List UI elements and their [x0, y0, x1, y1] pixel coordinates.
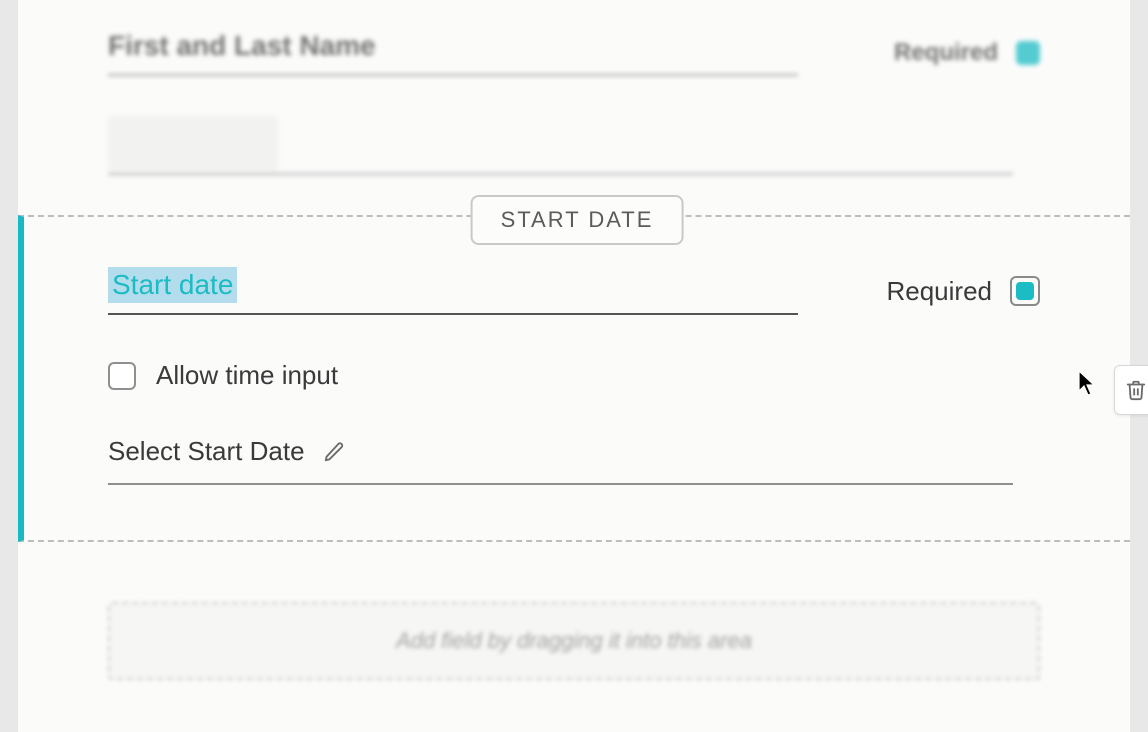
start-date-label-input[interactable]: Start date [108, 267, 798, 315]
delete-field-button[interactable] [1114, 365, 1148, 415]
allow-time-row: Allow time input [108, 360, 1040, 391]
start-date-label-text: Start date [108, 267, 237, 303]
start-date-required-group: Required [886, 276, 1040, 307]
start-date-required-text: Required [886, 276, 992, 307]
start-date-header-row: Start date Required [108, 267, 1040, 315]
start-date-placeholder-row[interactable]: Select Start Date [108, 436, 1013, 485]
drop-zone-wrap: Add field by dragging it into this area [18, 542, 1130, 680]
name-field-row: First and Last Name Required [108, 30, 1040, 76]
start-date-field-block[interactable]: START DATE Start date Required Allow tim… [18, 215, 1130, 542]
field-type-badge: START DATE [471, 195, 684, 245]
allow-time-checkbox[interactable] [108, 362, 136, 390]
name-placeholder-chip [108, 116, 278, 171]
name-required-toggle[interactable] [1016, 41, 1040, 65]
start-date-required-toggle[interactable] [1010, 276, 1040, 306]
name-required-group: Required [894, 39, 1040, 67]
form-builder-canvas: First and Last Name Required START DATE … [18, 0, 1130, 732]
start-date-placeholder-label: Select Start Date [108, 436, 305, 467]
trash-icon [1125, 378, 1147, 402]
add-field-drop-zone[interactable]: Add field by dragging it into this area [108, 602, 1040, 680]
edit-icon[interactable] [323, 441, 345, 463]
name-field-label[interactable]: First and Last Name [108, 30, 798, 76]
name-required-text: Required [894, 39, 998, 67]
name-placeholder-row[interactable] [108, 116, 1013, 175]
name-field-block: First and Last Name Required [18, 0, 1130, 215]
start-date-required-toggle-inner [1016, 282, 1034, 300]
allow-time-label: Allow time input [156, 360, 338, 391]
